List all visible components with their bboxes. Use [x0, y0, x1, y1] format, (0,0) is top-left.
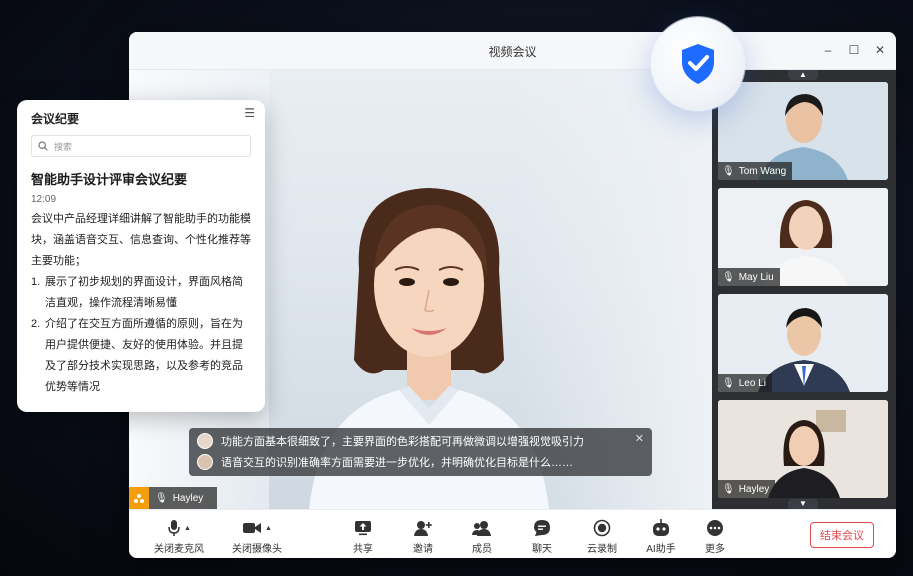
main-speaker-tag: 🎙 Hayley	[129, 487, 217, 509]
notes-time: 12:09	[31, 194, 57, 205]
subtitle-overlay: 功能方面基本很细致了，主要界面的色彩搭配可再做微调以增强视觉吸引力 语音交互的识…	[189, 428, 652, 476]
maximize-icon[interactable]: ☐	[848, 42, 860, 58]
chevron-up-icon[interactable]: ▲	[265, 525, 272, 532]
microphone-icon	[168, 520, 180, 536]
chat-icon	[534, 520, 550, 536]
mic-toggle-button[interactable]: ▲ 关闭麦克风	[147, 518, 211, 555]
members-button[interactable]: 成员	[452, 518, 512, 555]
shield-check-icon	[682, 44, 714, 84]
more-icon	[707, 520, 723, 536]
notes-title: 智能助手设计评审会议纪要	[31, 172, 188, 187]
notes-point: 1. 展示了初步规划的界面设计，界面风格简洁直观，操作流程清晰易懂	[31, 276, 243, 309]
notes-point: 2. 介绍了在交互方面所遵循的原则，旨在为用户提供便捷、友好的使用体验。并且提及…	[31, 318, 243, 393]
mic-icon: 🎙	[155, 492, 168, 504]
subtitle-line: 语音交互的识别准确率方面需要进一步优化，并明确优化目标是什么……	[197, 454, 573, 470]
mic-icon: 🎙	[722, 271, 735, 283]
notes-search-input[interactable]: 搜索	[31, 135, 251, 157]
title-bar: 视频会议 – ☐ ✕	[129, 32, 896, 70]
main-speaker-name: Hayley	[172, 492, 204, 504]
participant-name: Tom Wang	[738, 165, 787, 177]
participant-name: Leo Li	[738, 377, 766, 389]
notes-body: 会议中产品经理详细讲解了智能助手的功能模块，涵盖语音交互、信息查询、个性化推荐等…	[31, 209, 251, 398]
notes-header: 会议纪要	[31, 112, 80, 126]
participant-tile[interactable]: 🎙 May Liu	[718, 188, 888, 286]
close-icon[interactable]: ✕	[635, 432, 644, 445]
subtitle-text: 语音交互的识别准确率方面需要进一步优化，并明确优化目标是什么……	[221, 457, 573, 469]
window-title: 视频会议	[488, 45, 537, 59]
scroll-up-icon[interactable]: ▲	[788, 70, 818, 80]
chevron-up-icon[interactable]: ▲	[184, 525, 191, 532]
meeting-toolbar: ▲ 关闭麦克风 ▲ 关闭摄像头 共享 邀请 成员 聊天 云录制 AI助手 更多 …	[129, 509, 896, 558]
participant-tile[interactable]: 🎙 Tom Wang	[718, 82, 888, 180]
participant-tile[interactable]: 🎙 Leo Li	[718, 294, 888, 392]
share-button[interactable]: 共享	[333, 518, 393, 555]
record-icon	[593, 519, 611, 537]
subtitle-line: 功能方面基本很细致了，主要界面的色彩搭配可再做微调以增强视觉吸引力	[197, 433, 584, 449]
more-button[interactable]: 更多	[685, 518, 745, 555]
mic-icon: 🎙	[722, 165, 735, 177]
mic-icon: 🎙	[722, 377, 735, 389]
participant-panel: ▲ 🎙 Tom Wang 🎙 May Liu 🎙 Leo Li 🎙 Hayley…	[712, 70, 896, 509]
close-icon[interactable]: ✕	[874, 42, 886, 58]
cloud-record-button[interactable]: 云录制	[572, 518, 632, 555]
speaker-avatar	[197, 433, 213, 449]
end-meeting-button[interactable]: 结束会议	[810, 522, 874, 548]
mic-icon: 🎙	[722, 483, 735, 495]
participant-name: Hayley	[738, 483, 770, 495]
participant-name: May Liu	[738, 271, 774, 283]
subtitle-text: 功能方面基本很细致了，主要界面的色彩搭配可再做微调以增强视觉吸引力	[221, 436, 584, 448]
participant-tile[interactable]: 🎙 Hayley	[718, 400, 888, 498]
invite-button[interactable]: 邀请	[393, 518, 453, 555]
host-badge-icon	[129, 487, 149, 509]
speaker-avatar	[197, 454, 213, 470]
search-icon	[38, 141, 48, 151]
security-badge	[651, 17, 745, 111]
share-screen-icon	[355, 521, 371, 536]
chat-button[interactable]: 聊天	[512, 518, 572, 555]
ai-assistant-button[interactable]: AI助手	[631, 518, 691, 555]
notes-intro: 会议中产品经理详细讲解了智能助手的功能模块，涵盖语音交互、信息查询、个性化推荐等…	[31, 213, 251, 267]
camera-toggle-button[interactable]: ▲ 关闭摄像头	[225, 518, 289, 555]
scroll-down-icon[interactable]: ▼	[788, 499, 818, 509]
menu-icon[interactable]: ☰	[244, 106, 255, 120]
add-user-icon	[414, 521, 432, 536]
robot-icon	[653, 519, 669, 536]
minimize-icon[interactable]: –	[822, 42, 834, 58]
search-placeholder: 搜索	[54, 141, 73, 152]
members-icon	[472, 521, 491, 536]
meeting-notes-panel: 会议纪要 ☰ 搜索 智能助手设计评审会议纪要 12:09 会议中产品经理详细讲解…	[17, 100, 265, 412]
camera-icon	[243, 523, 262, 533]
